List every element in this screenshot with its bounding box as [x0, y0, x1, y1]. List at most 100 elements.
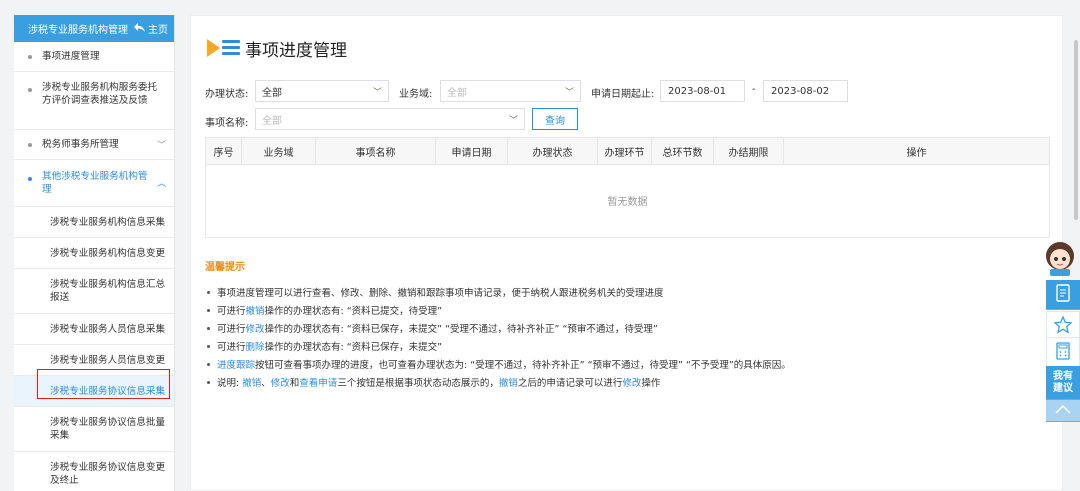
home-link[interactable]: 主页	[134, 21, 168, 36]
suggestion-button[interactable]: 我有 建议	[1046, 366, 1080, 400]
sidebar: 涉税专业服务机构管理 主页 事项进度管理 涉税专业服务机构服务委托方评价调查表推…	[14, 15, 175, 491]
empty-state-text: 暂无数据	[607, 197, 648, 208]
column-header[interactable]: 办理环节	[598, 138, 652, 164]
bullet-icon	[207, 326, 210, 330]
bullet-icon	[207, 290, 210, 294]
chevron-down-icon: ﹀	[156, 141, 166, 151]
tip-text-segment: 之后的申请记录可以进行	[517, 378, 623, 389]
tip-text: 进度跟踪按钮可查看事项办理的进度，也可查看办理状态为: “受理不通过，待补齐补正…	[217, 357, 791, 371]
sub-item-label: 涉税专业服务机构信息汇总报送	[50, 279, 166, 303]
tip-text-segment: 和	[289, 378, 300, 389]
tip-text: 可进行撤销操作的办理状态有: “资料已提交，待受理”	[217, 303, 442, 317]
sub-item-agreement-batch[interactable]: 涉税专业服务协议信息批量采集	[14, 407, 174, 452]
tip-item: 事项进度管理可以进行查看、修改、删除、撤销和跟踪事项申请记录，便于纳税人跟进税务…	[207, 283, 1057, 301]
tip-action-link[interactable]: 修改	[246, 324, 265, 335]
tip-text-segment: 可进行	[217, 324, 246, 335]
bullet-icon	[207, 344, 210, 348]
tip-action-link[interactable]: 查看申请	[299, 378, 337, 389]
date-separator: -	[752, 84, 756, 95]
bullet-icon	[207, 308, 210, 312]
sidebar-item-label: 其他涉税专业服务机构管理	[42, 171, 148, 195]
sidebar-item-tax-firm[interactable]: 税务师事务所管理 ﹀	[14, 130, 174, 160]
tips-title: 温馨提示	[205, 262, 245, 273]
back-to-top-button[interactable]	[1046, 400, 1080, 422]
sub-item-label: 涉税专业服务人员信息采集	[50, 323, 166, 335]
status-label: 办理状态:	[205, 89, 249, 100]
tip-action-link[interactable]: 修改	[622, 378, 641, 389]
sidebar-item-other-orgs[interactable]: 其他涉税专业服务机构管理 ︿	[14, 160, 174, 207]
tip-action-link[interactable]: 撤销	[499, 378, 518, 389]
chevron-down-icon: ﹀	[508, 115, 518, 126]
column-header[interactable]: 操作	[784, 138, 1049, 164]
chevron-up-icon	[1055, 404, 1071, 417]
scrollbar[interactable]	[1074, 40, 1078, 220]
tip-text-segment: 事项进度管理可以进行查看、修改、删除、撤销和跟踪事项申请记录，便于纳税人跟进税务…	[217, 288, 664, 299]
tip-text-segment: 说明:	[217, 378, 243, 389]
item-placeholder: 全部	[262, 115, 282, 127]
date-to-input[interactable]: 2023-08-02	[763, 80, 848, 102]
column-header[interactable]: 办结期限	[714, 138, 784, 164]
table-header: 序号 业务域 事项名称 申请日期 办理状态 办理环节 总环节数 办结期限 操作	[206, 138, 1049, 165]
sidebar-item-label: 涉税专业服务机构服务委托方评价调查表推送及反馈	[42, 82, 158, 106]
column-header[interactable]: 办理状态	[508, 138, 598, 164]
tip-action-link[interactable]: 撤销	[246, 306, 265, 317]
sub-item-org-collect[interactable]: 涉税专业服务机构信息采集	[14, 207, 174, 238]
domain-placeholder: 全部	[447, 87, 467, 99]
assistant-avatar-icon[interactable]	[1044, 240, 1077, 276]
status-value: 全部	[262, 87, 282, 99]
item-select[interactable]: 全部 ﹀	[255, 108, 525, 130]
column-header[interactable]: 序号	[206, 138, 242, 164]
document-icon	[1055, 284, 1071, 305]
column-header[interactable]: 申请日期	[436, 138, 508, 164]
calculator-button[interactable]	[1046, 337, 1080, 367]
tip-action-link[interactable]: 进度跟踪	[217, 360, 255, 371]
tip-item: 说明: 撤销、修改和查看申请三个按钮是根据事项状态动态展示的，撤销之后的申请记录…	[207, 373, 1057, 391]
tip-text-segment: 可进行	[217, 342, 246, 353]
highlight-box	[37, 369, 170, 399]
sub-item-label: 涉税专业服务机构信息采集	[50, 216, 166, 228]
column-header[interactable]: 业务域	[242, 138, 316, 164]
page-title: 事项进度管理	[207, 35, 347, 61]
sidebar-item-evaluation[interactable]: 涉税专业服务机构服务委托方评价调查表推送及反馈	[14, 72, 174, 130]
sidebar-title: 涉税专业服务机构管理	[28, 25, 128, 36]
date-to-value: 2023-08-02	[771, 85, 830, 97]
tip-text-segment: 可进行	[217, 306, 246, 317]
domain-select[interactable]: 全部 ﹀	[440, 80, 581, 102]
sub-item-agreement-change[interactable]: 涉税专业服务协议信息变更及终止	[14, 452, 174, 491]
suggestion-label-2: 建议	[1053, 382, 1073, 394]
bullet-icon	[207, 362, 210, 366]
tip-action-link[interactable]: 撤销	[242, 378, 261, 389]
column-header[interactable]: 总环节数	[652, 138, 714, 164]
star-icon	[1053, 314, 1073, 337]
tip-text: 事项进度管理可以进行查看、修改、删除、撤销和跟踪事项申请记录，便于纳税人跟进税务…	[217, 285, 664, 299]
sidebar-header: 涉税专业服务机构管理 主页	[14, 15, 174, 42]
results-table: 序号 业务域 事项名称 申请日期 办理状态 办理环节 总环节数 办结期限 操作 …	[205, 137, 1050, 238]
tip-action-link[interactable]: 删除	[246, 342, 265, 353]
chevron-up-icon: ︿	[156, 179, 166, 189]
bullet-icon	[28, 88, 32, 92]
tip-text-segment: 操作的办理状态有: “资料已保存，未提交” “受理不通过，待补齐补正” “预审不…	[264, 324, 658, 335]
status-select[interactable]: 全部 ﹀	[255, 80, 389, 102]
tip-item: 可进行修改操作的办理状态有: “资料已保存，未提交” “受理不通过，待补齐补正”…	[207, 319, 1057, 337]
sidebar-item-progress[interactable]: 事项进度管理	[14, 42, 174, 72]
column-header[interactable]: 事项名称	[316, 138, 436, 164]
date-from-value: 2023-08-01	[668, 85, 727, 97]
sub-item-org-change[interactable]: 涉税专业服务机构信息变更	[14, 238, 174, 269]
chevron-down-icon: ﹀	[372, 87, 382, 98]
tip-text-segment: 操作的办理状态有: “资料已保存，未提交”	[264, 342, 443, 353]
main-panel: 事项进度管理 办理状态: 全部 ﹀ 业务域: 全部 ﹀ 申请日期起止: 2023…	[190, 15, 1063, 491]
bullet-icon	[207, 380, 210, 384]
page-title-text: 事项进度管理	[245, 40, 347, 61]
sub-item-staff-collect[interactable]: 涉税专业服务人员信息采集	[14, 314, 174, 345]
sub-item-org-summary[interactable]: 涉税专业服务机构信息汇总报送	[14, 269, 174, 314]
query-button[interactable]: 查询	[532, 108, 578, 130]
sidebar-item-label: 税务师事务所管理	[42, 139, 119, 150]
list-play-icon	[207, 35, 241, 61]
tip-action-link[interactable]: 修改	[271, 378, 290, 389]
calculator-icon	[1055, 341, 1071, 363]
tip-text: 可进行修改操作的办理状态有: “资料已保存，未提交” “受理不通过，待补齐补正”…	[217, 321, 658, 335]
tip-text-segment: 、	[261, 378, 271, 389]
bullet-icon	[28, 54, 32, 59]
date-from-input[interactable]: 2023-08-01	[660, 80, 745, 102]
document-button[interactable]	[1046, 280, 1080, 310]
